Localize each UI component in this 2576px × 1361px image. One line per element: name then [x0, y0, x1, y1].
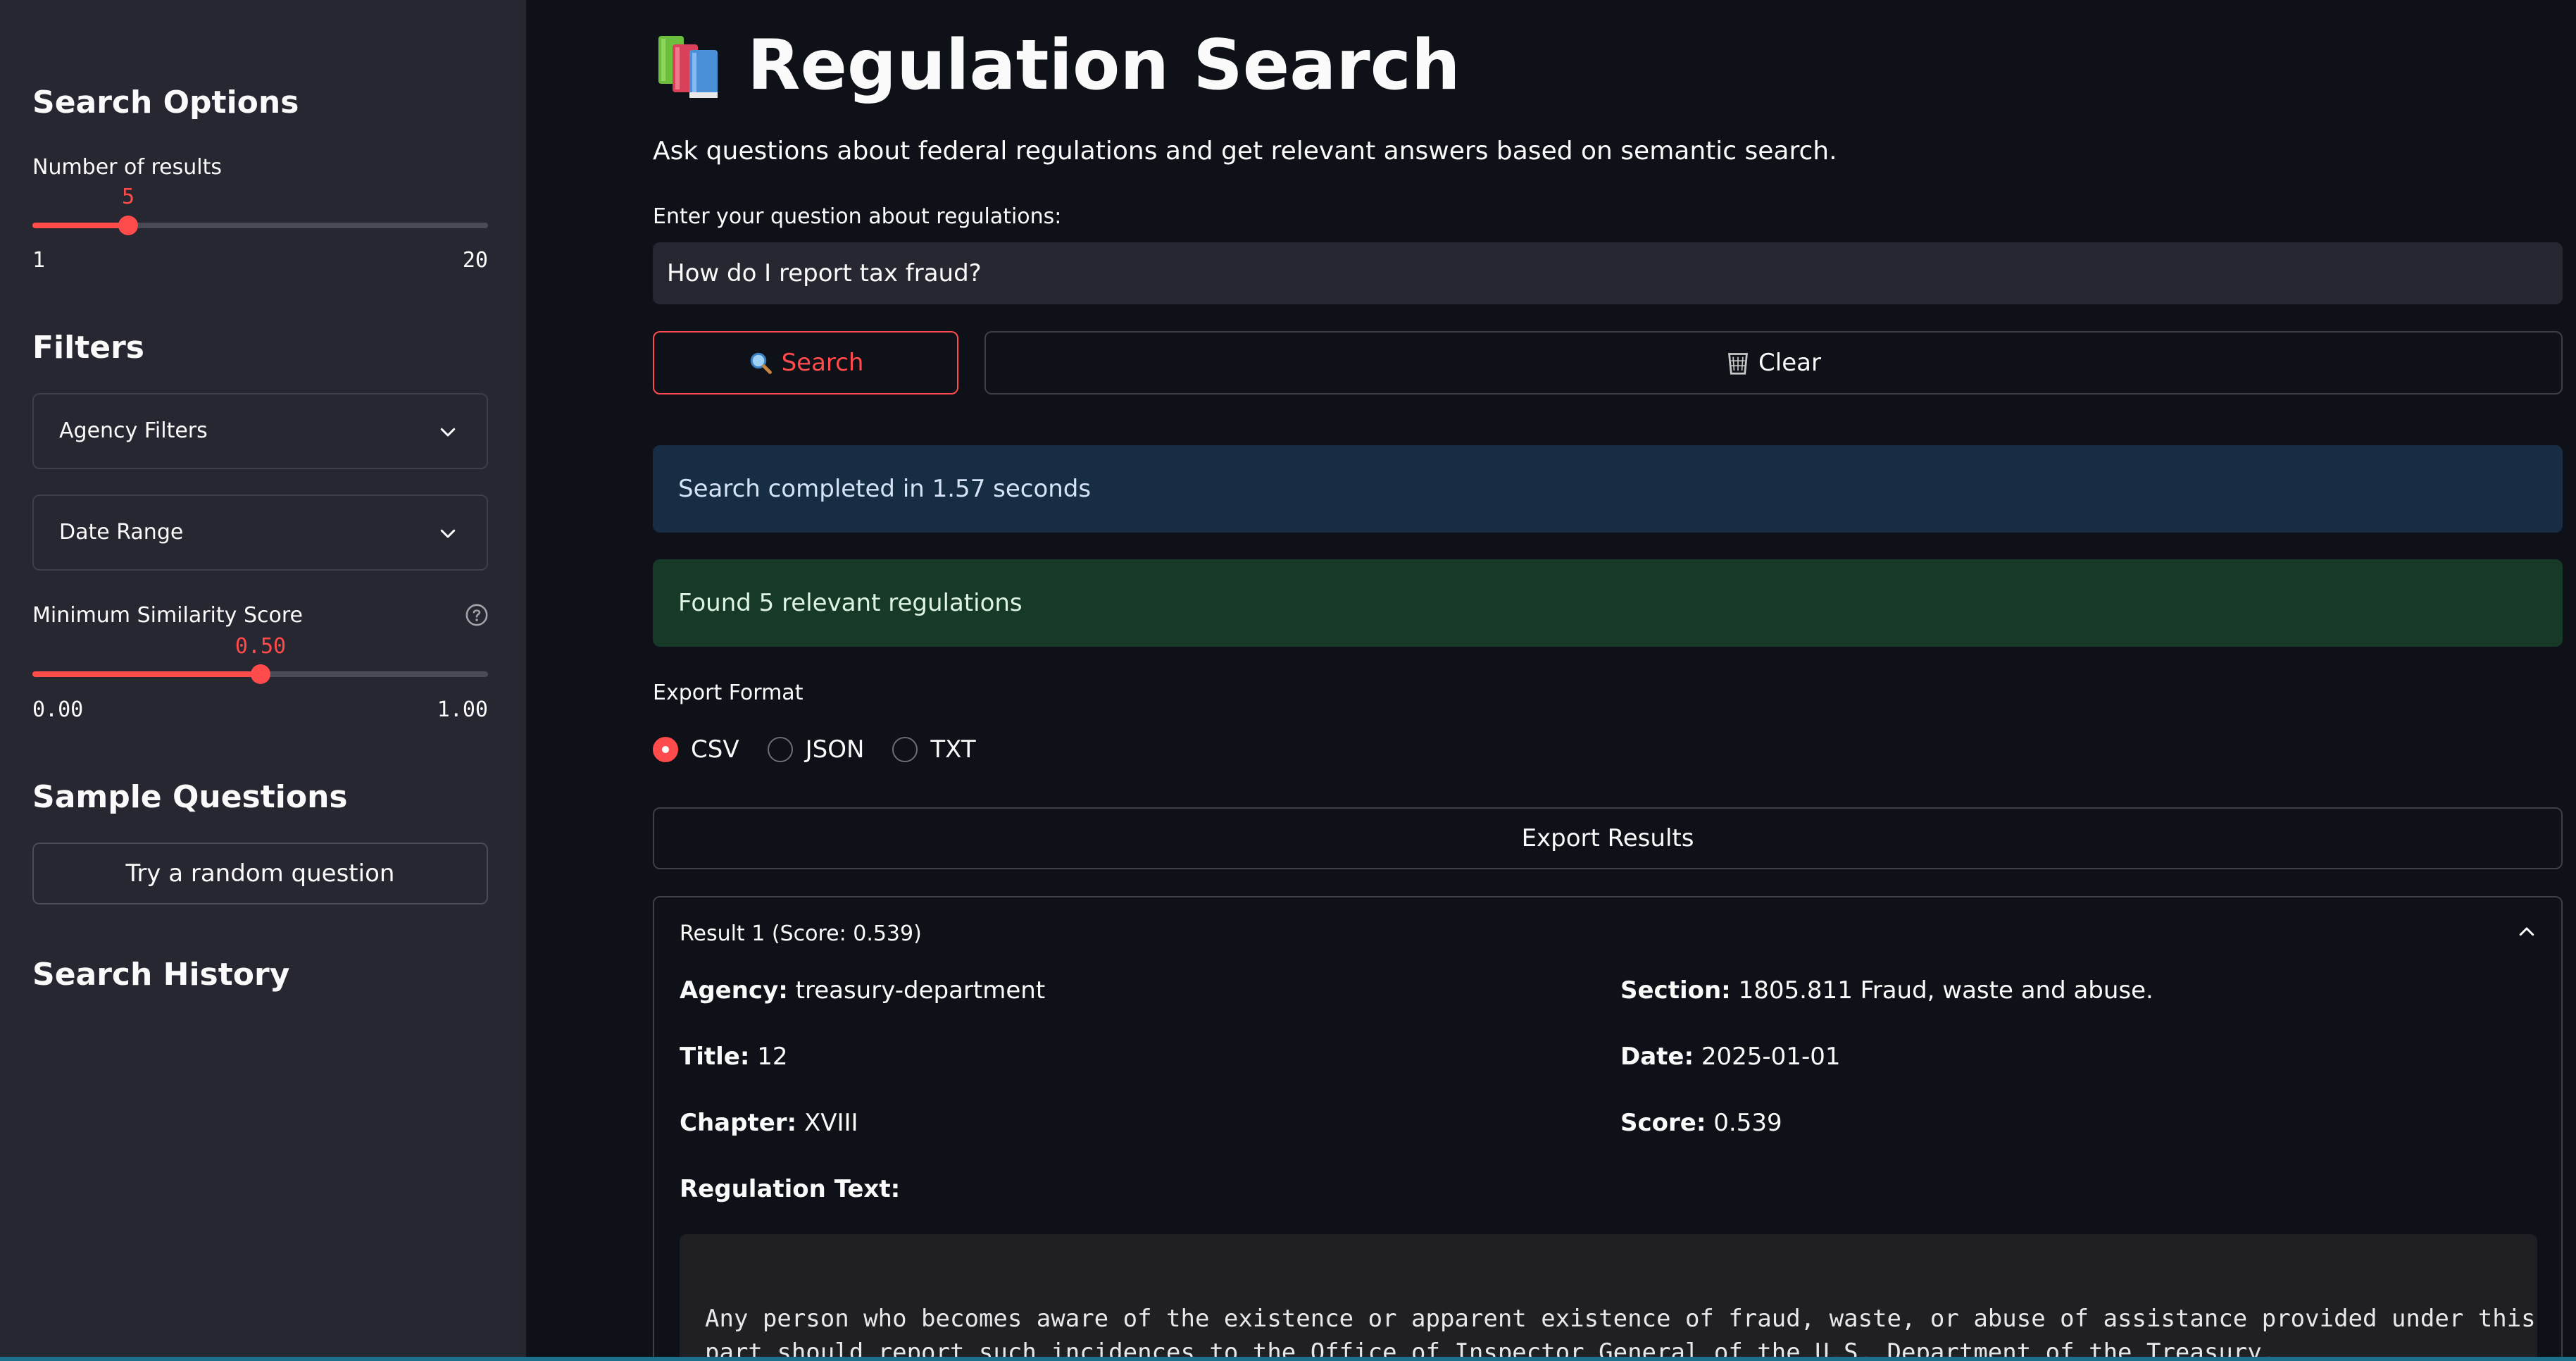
search-button[interactable]: Search: [653, 331, 958, 394]
radio-csv-label: CSV: [691, 735, 739, 764]
agency-filters-label: Agency Filters: [59, 418, 208, 443]
random-question-button[interactable]: Try a random question: [32, 843, 488, 905]
chapter-value: XVIII: [804, 1109, 858, 1137]
similarity-slider-fill: [32, 671, 261, 677]
result-header[interactable]: Result 1 (Score: 0.539): [680, 921, 922, 946]
magnifier-icon: [750, 352, 772, 374]
date-range-label: Date Range: [59, 520, 184, 545]
section-value: 1805.811 Fraud, waste and abuse.: [1738, 976, 2153, 1005]
radio-json-label: JSON: [805, 735, 865, 764]
result-section: Section: 1805.811 Fraud, waste and abuse…: [1620, 976, 2153, 1005]
filters-heading: Filters: [32, 330, 144, 366]
search-options-heading: Search Options: [32, 85, 299, 120]
bottom-divider: [0, 1357, 2576, 1361]
date-label: Date:: [1620, 1043, 1694, 1071]
agency-filters-expander[interactable]: Agency Filters: [32, 393, 488, 469]
page-subtitle: Ask questions about federal regulations …: [653, 137, 1837, 166]
num-results-label: Number of results: [32, 155, 223, 180]
sample-questions-heading: Sample Questions: [32, 779, 348, 815]
result-score: Score: 0.539: [1620, 1109, 1782, 1137]
export-format-label: Export Format: [653, 680, 804, 705]
num-results-min: 1: [32, 248, 46, 273]
chevron-up-icon[interactable]: [2516, 921, 2537, 943]
result-expander: Result 1 (Score: 0.539) Agency: treasury…: [653, 896, 2563, 1361]
date-range-expander[interactable]: Date Range: [32, 495, 488, 571]
regulation-text-label: Regulation Text:: [680, 1175, 901, 1203]
result-title: Title: 12: [680, 1043, 788, 1071]
chapter-label: Chapter:: [680, 1109, 797, 1137]
regulation-text-block: Any person who becomes aware of the exis…: [680, 1234, 2537, 1361]
search-button-label: Search: [781, 349, 864, 377]
num-results-slider-fill: [32, 223, 128, 228]
wastebasket-icon: [1728, 353, 1749, 375]
export-results-button[interactable]: Export Results: [653, 807, 2563, 869]
radio-json[interactable]: JSON: [767, 735, 865, 764]
title-label: Title:: [680, 1043, 750, 1071]
radio-csv-dot: [653, 737, 678, 762]
chevron-down-icon: [440, 428, 456, 437]
agency-label: Agency:: [680, 976, 788, 1005]
num-results-max: 20: [462, 248, 488, 273]
num-results-value: 5: [121, 185, 135, 209]
help-icon[interactable]: [465, 603, 489, 627]
similarity-min: 0.00: [32, 697, 84, 722]
score-label: Score:: [1620, 1109, 1706, 1137]
results-found-alert: Found 5 relevant regulations: [653, 559, 2563, 647]
page-header: Regulation Search: [653, 25, 1461, 106]
question-label: Enter your question about regulations:: [653, 204, 1062, 229]
agency-value: treasury-department: [795, 976, 1046, 1005]
radio-txt-label: TXT: [930, 735, 976, 764]
export-format-radio-group: CSV JSON TXT: [653, 735, 1004, 764]
radio-csv[interactable]: CSV: [653, 735, 739, 764]
radio-txt[interactable]: TXT: [892, 735, 976, 764]
app-root: Search Options Number of results 5 1 20 …: [0, 0, 2576, 1361]
radio-txt-dot: [892, 737, 918, 762]
search-time-alert: Search completed in 1.57 seconds: [653, 445, 2563, 533]
similarity-max: 1.00: [437, 697, 488, 722]
search-history-heading: Search History: [32, 957, 290, 993]
num-results-slider-track[interactable]: [32, 223, 488, 228]
result-chapter: Chapter: XVIII: [680, 1109, 858, 1137]
result-date: Date: 2025-01-01: [1620, 1043, 1840, 1071]
books-icon: [658, 36, 718, 98]
page-title: Regulation Search: [747, 25, 1461, 106]
clear-button[interactable]: Clear: [984, 331, 2563, 394]
title-value: 12: [757, 1043, 788, 1071]
similarity-label: Minimum Similarity Score: [32, 603, 303, 628]
question-input[interactable]: [653, 242, 2563, 304]
num-results-slider-thumb[interactable]: [118, 216, 138, 235]
sidebar: Search Options Number of results 5 1 20 …: [0, 0, 526, 1361]
similarity-slider-thumb[interactable]: [251, 664, 270, 684]
score-value: 0.539: [1713, 1109, 1782, 1137]
regulation-text-heading: Regulation Text:: [680, 1175, 900, 1203]
similarity-value: 0.50: [235, 634, 287, 659]
section-label: Section:: [1620, 976, 1731, 1005]
date-value: 2025-01-01: [1701, 1043, 1841, 1071]
radio-json-dot: [767, 737, 793, 762]
chevron-down-icon: [440, 529, 456, 538]
main-content: Regulation Search Ask questions about fe…: [526, 0, 2576, 1361]
clear-button-label: Clear: [1758, 349, 1821, 377]
result-agency: Agency: treasury-department: [680, 976, 1045, 1005]
